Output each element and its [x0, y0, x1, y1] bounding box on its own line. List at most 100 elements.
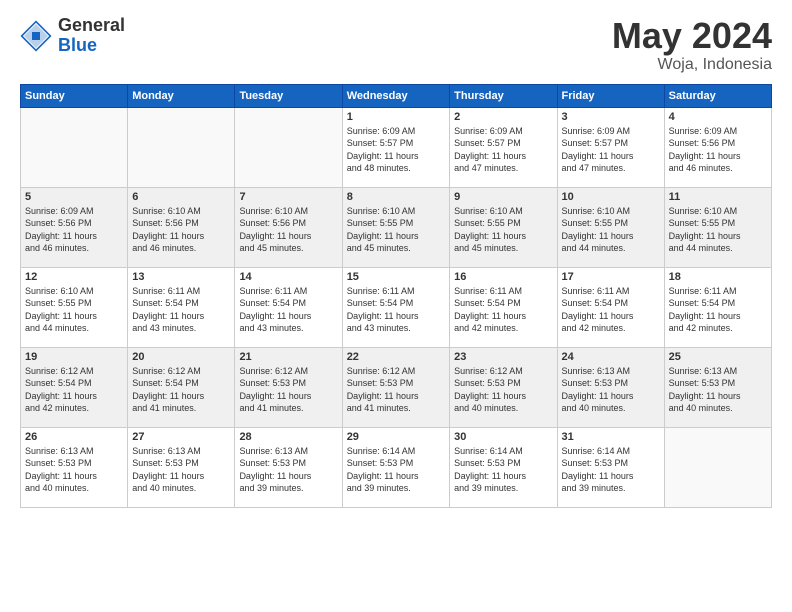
day-number: 15 — [347, 271, 445, 283]
day-info: Sunrise: 6:12 AM Sunset: 5:53 PM Dayligh… — [239, 365, 337, 415]
col-monday: Monday — [128, 84, 235, 107]
table-row: 6Sunrise: 6:10 AM Sunset: 5:56 PM Daylig… — [128, 187, 235, 267]
header: General Blue May 2024 Woja, Indonesia — [20, 16, 772, 74]
day-number: 10 — [562, 191, 660, 203]
day-number: 11 — [669, 191, 767, 203]
col-sunday: Sunday — [21, 84, 128, 107]
logo-icon — [20, 20, 52, 52]
day-info: Sunrise: 6:14 AM Sunset: 5:53 PM Dayligh… — [562, 445, 660, 495]
table-row: 21 Sunrise: 6:12 AM Sunset: 5:53 PM Dayli… — [235, 347, 342, 427]
table-row: 14Sunrise: 6:11 AM Sunset: 5:54 PM Dayli… — [235, 267, 342, 347]
table-row — [235, 107, 342, 187]
table-row: 19Sunrise: 6:12 AM Sunset: 5:54 PM Dayli… — [21, 347, 128, 427]
table-row: 3 Sunrise: 6:09 AM Sunset: 5:57 PM Daylig… — [557, 107, 664, 187]
day-number: 25 — [669, 351, 767, 363]
day-number: 3 — [562, 111, 660, 123]
day-info: Sunrise: 6:13 AM Sunset: 5:53 PM Dayligh… — [669, 365, 767, 415]
table-row: 17 Sunrise: 6:11 AM Sunset: 5:54 PM Dayli… — [557, 267, 664, 347]
calendar-week-row: 12 Sunrise: 6:10 AM Sunset: 5:55 PM Dayli… — [21, 267, 772, 347]
table-row: 25 Sunrise: 6:13 AM Sunset: 5:53 PM Dayli… — [664, 347, 771, 427]
day-number: 18 — [669, 271, 767, 283]
table-row: 9 Sunrise: 6:10 AM Sunset: 5:55 PM Daylig… — [450, 187, 557, 267]
table-row: 15Sunrise: 6:11 AM Sunset: 5:54 PM Dayli… — [342, 267, 449, 347]
location: Woja, Indonesia — [612, 56, 772, 74]
day-info: Sunrise: 6:14 AM Sunset: 5:53 PM Dayligh… — [454, 445, 552, 495]
col-wednesday: Wednesday — [342, 84, 449, 107]
day-number: 22 — [347, 351, 445, 363]
day-info: Sunrise: 6:11 AM Sunset: 5:54 PM Dayligh… — [239, 285, 337, 335]
logo-blue: Blue — [58, 36, 125, 56]
table-row: 7Sunrise: 6:10 AM Sunset: 5:56 PM Daylig… — [235, 187, 342, 267]
day-number: 9 — [454, 191, 552, 203]
day-number: 28 — [239, 431, 337, 443]
table-row: 10 Sunrise: 6:10 AM Sunset: 5:55 PM Dayli… — [557, 187, 664, 267]
day-info: Sunrise: 6:13 AM Sunset: 5:53 PM Dayligh… — [562, 365, 660, 415]
day-number: 1 — [347, 111, 445, 123]
table-row: 23 Sunrise: 6:12 AM Sunset: 5:53 PM Dayli… — [450, 347, 557, 427]
page-container: General Blue May 2024 Woja, Indonesia Su… — [0, 0, 792, 518]
table-row: 22Sunrise: 6:12 AM Sunset: 5:53 PM Dayli… — [342, 347, 449, 427]
table-row — [21, 107, 128, 187]
table-row: 26Sunrise: 6:13 AM Sunset: 5:53 PM Dayli… — [21, 427, 128, 507]
day-number: 29 — [347, 431, 445, 443]
table-row: 31 Sunrise: 6:14 AM Sunset: 5:53 PM Dayli… — [557, 427, 664, 507]
day-number: 30 — [454, 431, 552, 443]
day-number: 17 — [562, 271, 660, 283]
day-info: Sunrise: 6:09 AM Sunset: 5:56 PM Dayligh… — [669, 125, 767, 175]
table-row: 11 Sunrise: 6:10 AM Sunset: 5:55 PM Dayli… — [664, 187, 771, 267]
day-number: 21 — [239, 351, 337, 363]
table-row — [664, 427, 771, 507]
day-info: Sunrise: 6:14 AM Sunset: 5:53 PM Dayligh… — [347, 445, 445, 495]
day-info: Sunrise: 6:12 AM Sunset: 5:54 PM Dayligh… — [132, 365, 230, 415]
day-number: 13 — [132, 271, 230, 283]
day-info: Sunrise: 6:12 AM Sunset: 5:53 PM Dayligh… — [454, 365, 552, 415]
calendar-table: Sunday Monday Tuesday Wednesday Thursday… — [20, 84, 772, 508]
table-row: 16Sunrise: 6:11 AM Sunset: 5:54 PM Dayli… — [450, 267, 557, 347]
table-row: 20 Sunrise: 6:12 AM Sunset: 5:54 PM Dayli… — [128, 347, 235, 427]
day-number: 31 — [562, 431, 660, 443]
table-row: 4Sunrise: 6:09 AM Sunset: 5:56 PM Daylig… — [664, 107, 771, 187]
table-row: 30 Sunrise: 6:14 AM Sunset: 5:53 PM Dayli… — [450, 427, 557, 507]
col-friday: Friday — [557, 84, 664, 107]
day-info: Sunrise: 6:10 AM Sunset: 5:55 PM Dayligh… — [562, 205, 660, 255]
day-info: Sunrise: 6:09 AM Sunset: 5:56 PM Dayligh… — [25, 205, 123, 255]
table-row: 29 Sunrise: 6:14 AM Sunset: 5:53 PM Dayli… — [342, 427, 449, 507]
day-info: Sunrise: 6:13 AM Sunset: 5:53 PM Dayligh… — [25, 445, 123, 495]
table-row: 27Sunrise: 6:13 AM Sunset: 5:53 PM Dayli… — [128, 427, 235, 507]
title-block: May 2024 Woja, Indonesia — [612, 16, 772, 74]
day-number: 12 — [25, 271, 123, 283]
table-row: 12 Sunrise: 6:10 AM Sunset: 5:55 PM Dayli… — [21, 267, 128, 347]
table-row: 5 Sunrise: 6:09 AM Sunset: 5:56 PM Daylig… — [21, 187, 128, 267]
day-info: Sunrise: 6:09 AM Sunset: 5:57 PM Dayligh… — [347, 125, 445, 175]
day-info: Sunrise: 6:11 AM Sunset: 5:54 PM Dayligh… — [454, 285, 552, 335]
col-saturday: Saturday — [664, 84, 771, 107]
table-row: 13Sunrise: 6:11 AM Sunset: 5:54 PM Dayli… — [128, 267, 235, 347]
day-number: 7 — [239, 191, 337, 203]
day-info: Sunrise: 6:12 AM Sunset: 5:54 PM Dayligh… — [25, 365, 123, 415]
calendar-week-row: 26Sunrise: 6:13 AM Sunset: 5:53 PM Dayli… — [21, 427, 772, 507]
day-number: 24 — [562, 351, 660, 363]
logo: General Blue — [20, 16, 125, 56]
day-info: Sunrise: 6:10 AM Sunset: 5:55 PM Dayligh… — [454, 205, 552, 255]
day-info: Sunrise: 6:10 AM Sunset: 5:55 PM Dayligh… — [669, 205, 767, 255]
day-number: 8 — [347, 191, 445, 203]
table-row: 28Sunrise: 6:13 AM Sunset: 5:53 PM Dayli… — [235, 427, 342, 507]
calendar-week-row: 1 Sunrise: 6:09 AM Sunset: 5:57 PM Daylig… — [21, 107, 772, 187]
day-number: 5 — [25, 191, 123, 203]
calendar-header-row: Sunday Monday Tuesday Wednesday Thursday… — [21, 84, 772, 107]
day-info: Sunrise: 6:11 AM Sunset: 5:54 PM Dayligh… — [669, 285, 767, 335]
day-info: Sunrise: 6:13 AM Sunset: 5:53 PM Dayligh… — [132, 445, 230, 495]
day-number: 23 — [454, 351, 552, 363]
logo-general: General — [58, 16, 125, 36]
table-row: 24 Sunrise: 6:13 AM Sunset: 5:53 PM Dayli… — [557, 347, 664, 427]
month-title: May 2024 — [612, 16, 772, 56]
day-info: Sunrise: 6:10 AM Sunset: 5:55 PM Dayligh… — [25, 285, 123, 335]
table-row: 2Sunrise: 6:09 AM Sunset: 5:57 PM Daylig… — [450, 107, 557, 187]
logo-text: General Blue — [58, 16, 125, 56]
day-number: 6 — [132, 191, 230, 203]
day-info: Sunrise: 6:11 AM Sunset: 5:54 PM Dayligh… — [562, 285, 660, 335]
day-info: Sunrise: 6:09 AM Sunset: 5:57 PM Dayligh… — [562, 125, 660, 175]
table-row: 18 Sunrise: 6:11 AM Sunset: 5:54 PM Dayli… — [664, 267, 771, 347]
day-number: 20 — [132, 351, 230, 363]
day-number: 2 — [454, 111, 552, 123]
